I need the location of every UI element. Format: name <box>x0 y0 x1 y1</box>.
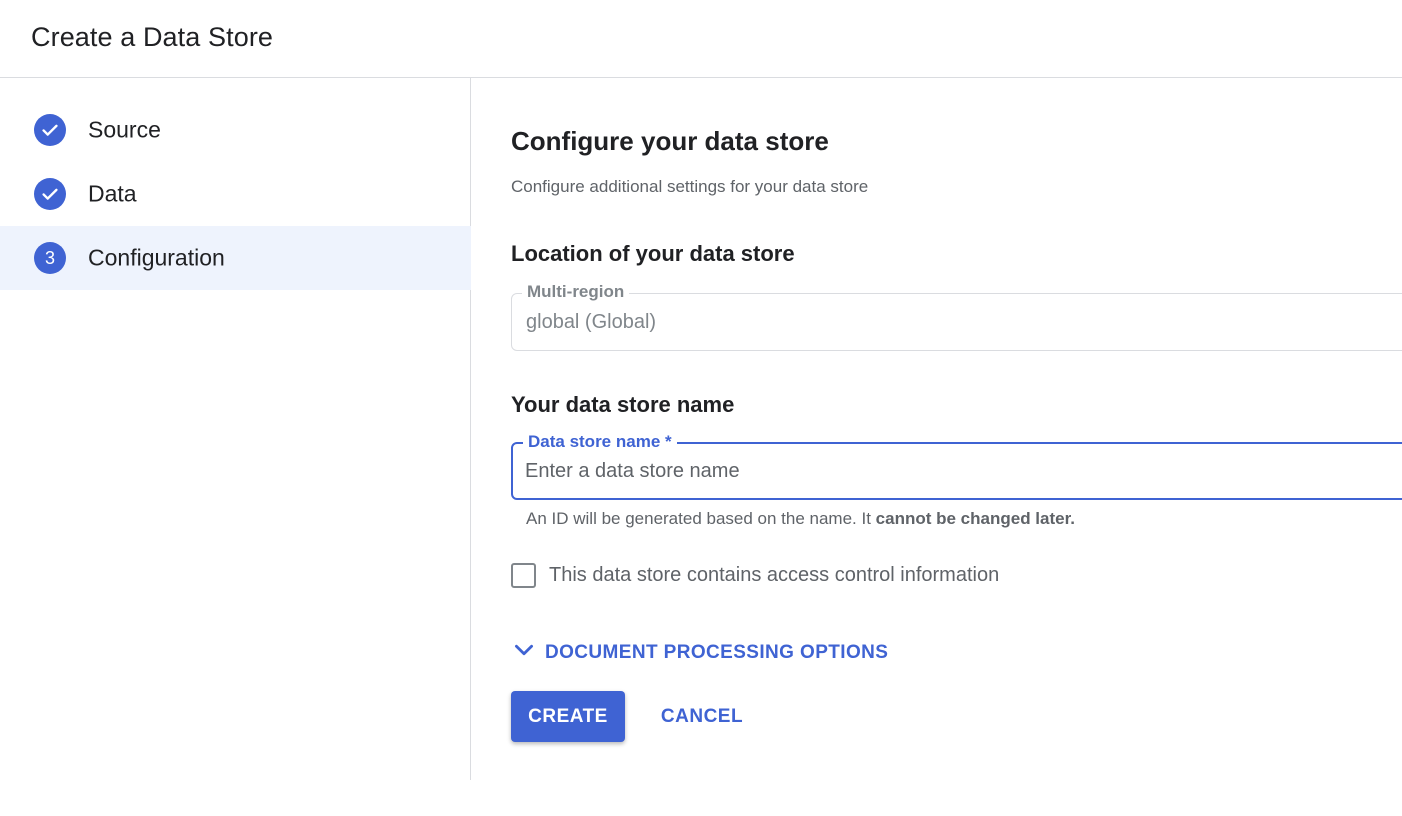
name-heading: Your data store name <box>511 392 735 417</box>
check-icon <box>34 178 66 210</box>
step-label-data: Data <box>88 180 137 207</box>
page-title: Create a Data Store <box>31 22 274 52</box>
data-store-name-input[interactable] <box>525 456 1385 486</box>
step-number-badge: 3 <box>34 242 66 274</box>
access-control-label: This data store contains access control … <box>549 564 1000 586</box>
section-title: Configure your data store <box>511 126 829 156</box>
name-hint-emphasis: cannot be changed later. <box>875 509 1075 528</box>
location-heading: Location of your data store <box>511 241 795 266</box>
check-icon <box>34 114 66 146</box>
name-hint-text: An ID will be generated based on the nam… <box>526 509 876 528</box>
access-control-checkbox[interactable] <box>511 563 536 588</box>
step-data[interactable]: Data <box>0 162 471 226</box>
page-header: Create a Data Store <box>0 0 1402 78</box>
step-source[interactable]: Source <box>0 98 471 162</box>
cancel-button[interactable]: CANCEL <box>645 691 759 742</box>
access-control-option[interactable]: This data store contains access control … <box>511 563 999 588</box>
section-subtitle: Configure additional settings for your d… <box>511 177 869 196</box>
create-button[interactable]: CREATE <box>511 691 625 742</box>
chevron-down-icon <box>511 637 537 668</box>
document-processing-toggle[interactable]: DOCUMENT PROCESSING OPTIONS <box>511 637 888 668</box>
data-store-name-label: Data store name * <box>523 432 677 452</box>
document-processing-label: DOCUMENT PROCESSING OPTIONS <box>545 641 889 663</box>
step-configuration[interactable]: 3 Configuration <box>0 226 471 290</box>
multi-region-value: global (Global) <box>526 311 657 333</box>
data-store-name-field[interactable]: Data store name * <box>511 432 1402 500</box>
name-hint: An ID will be generated based on the nam… <box>526 509 1075 529</box>
multi-region-label: Multi-region <box>522 282 630 302</box>
stepper-sidebar: Source Data 3 Configuration <box>0 78 471 780</box>
multi-region-field: Multi-region global (Global) <box>511 282 1402 351</box>
step-label-configuration: Configuration <box>88 244 225 271</box>
step-label-source: Source <box>88 116 161 143</box>
configuration-panel: Configure your data store Configure addi… <box>511 78 1402 780</box>
